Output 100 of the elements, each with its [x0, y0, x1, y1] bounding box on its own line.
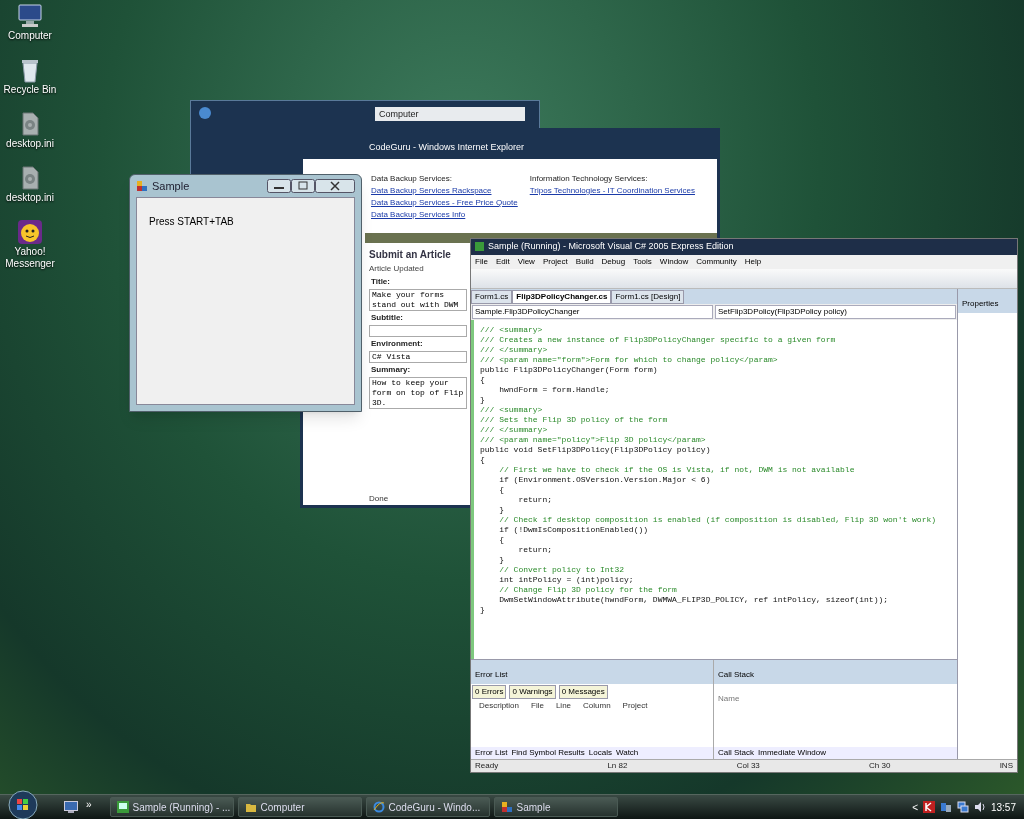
icon-label[interactable]: Yahoo! Messenger — [0, 246, 60, 270]
icon-label[interactable]: desktop.ini — [6, 138, 54, 150]
code-line: /// <summary> — [480, 324, 543, 334]
menu-item[interactable]: Help — [744, 255, 762, 268]
input-field[interactable]: Make your forms stand out with DWM — [369, 289, 467, 311]
link[interactable]: Data Backup Services - Free Price Quote — [371, 197, 518, 209]
app-icon — [500, 801, 513, 813]
overflow-button[interactable]: » — [86, 796, 92, 812]
taskbar-button[interactable]: Sample (Running) - ... — [109, 797, 234, 817]
code-line: /// <summary> — [480, 404, 543, 414]
page-title: Submit an Article — [369, 248, 451, 262]
menu-item[interactable]: Build — [575, 255, 594, 268]
document-tab[interactable]: Form1.cs [Design] — [611, 289, 685, 304]
code-line: { — [480, 374, 485, 384]
code-line: } — [498, 554, 504, 564]
document-tab[interactable]: Flip3DPolicyChanger.cs — [512, 289, 612, 304]
field-label: Environment: — [370, 338, 424, 350]
status-text: Ch 30 — [869, 760, 891, 772]
code-line: hwndForm = form.Handle; — [498, 384, 610, 394]
code-line: // Change Flip 3D policy for the form — [498, 584, 677, 594]
menu-item[interactable]: Project — [542, 255, 568, 268]
menu-item[interactable]: File — [475, 255, 488, 268]
menu-item[interactable]: View — [517, 255, 535, 268]
code-line: return; — [517, 494, 552, 504]
panel-tab[interactable]: Watch — [615, 747, 639, 759]
app-icon — [116, 801, 129, 813]
address-bar[interactable]: Computer — [375, 107, 525, 121]
menu-item[interactable]: Community — [696, 255, 737, 268]
column-header: File — [531, 700, 544, 712]
tray-icon — [939, 801, 952, 813]
panel-title: Error List — [475, 670, 508, 679]
code-line: public void SetFlip3DPolicy(Flip3DPolicy policy) — [480, 444, 711, 454]
panel-tab[interactable]: Immediate Window — [758, 747, 827, 759]
network-icon — [956, 801, 969, 813]
window-title: Sample — [152, 178, 191, 194]
link[interactable]: Tripos Technologies - IT Coordination Services — [529, 185, 695, 197]
code-line: public Flip3DPolicyChanger(Form form) — [480, 364, 658, 374]
taskbar-button[interactable]: Computer — [237, 797, 362, 817]
panel-tab[interactable]: Locals — [588, 747, 612, 759]
app-icon — [372, 801, 385, 813]
code-line: /// </summary> — [480, 424, 548, 434]
antivirus-icon — [922, 801, 935, 813]
status-text: Done — [369, 493, 389, 505]
section-heading: Data Backup Services: — [371, 173, 452, 185]
status-text: Ready — [475, 760, 499, 772]
app-icon — [244, 801, 257, 813]
app-icon — [136, 180, 148, 192]
minimize-icon — [267, 179, 291, 193]
class-dropdown[interactable]: Sample.Flip3DPolicyChanger — [472, 304, 713, 319]
desktop-icon[interactable] — [64, 801, 78, 813]
link[interactable]: Data Backup Services Info — [371, 209, 466, 221]
panel-tab[interactable]: Error List — [475, 747, 508, 759]
code-line: if (!DwmIsCompositionEnabled()) — [498, 524, 649, 534]
filter-button[interactable]: 0 Warnings — [509, 685, 556, 699]
section-heading: Information Technology Services: — [529, 173, 648, 185]
status-text: INS — [999, 760, 1013, 772]
code-line: if (Environment.OSVersion.Version.Major < 6) — [498, 474, 711, 484]
code-line: /// <param name="policy">Flip 3D policy</param> — [480, 434, 706, 444]
code-line: int intPolicy = (int)policy; — [498, 574, 634, 584]
taskbar-button[interactable]: Sample — [493, 797, 618, 817]
member-dropdown[interactable]: SetFlip3DPolicy(Flip3DPolicy policy) — [715, 304, 956, 319]
code-line: // Convert policy to Int32 — [498, 564, 625, 574]
document-tab[interactable]: Form1.cs — [471, 289, 513, 304]
icon-label[interactable]: Recycle Bin — [3, 84, 57, 96]
panel-title: Properties — [962, 298, 999, 308]
back-button[interactable] — [199, 107, 211, 119]
instruction-text: Press START+TAB — [149, 216, 234, 227]
filter-button[interactable]: 0 Errors — [472, 685, 507, 699]
volume-icon — [973, 801, 986, 813]
column-header: Line — [555, 700, 572, 712]
column-header: Description — [479, 700, 519, 712]
panel-tab[interactable]: Call Stack — [718, 747, 754, 759]
input-field[interactable]: How to keep your form on top of Flip 3D. — [369, 377, 467, 409]
input-field[interactable]: C# Vista — [369, 351, 467, 363]
taskbar-button[interactable]: CodeGuru - Windo... — [365, 797, 490, 817]
input-field[interactable] — [369, 325, 467, 337]
icon-label[interactable]: Computer — [8, 30, 52, 42]
filter-button[interactable]: 0 Messages — [558, 685, 608, 699]
menu-item[interactable]: Tools — [633, 255, 652, 268]
code-line: } — [498, 504, 504, 514]
code-line: { — [498, 484, 504, 494]
clock[interactable]: 13:57 — [990, 799, 1016, 815]
panel-tab[interactable]: Find Symbol Results — [511, 747, 585, 759]
code-line: /// </summary> — [480, 344, 548, 354]
menu-item[interactable]: Edit — [495, 255, 510, 268]
code-line: // Check if desktop composition is enabled (if composition is disabled, Flip 3D won't work) — [498, 514, 937, 524]
status-text: Ln 82 — [607, 760, 628, 772]
window-title: Sample (Running) - Microsoft Visual C# 2005 Express Edition — [488, 240, 734, 253]
panel-title: Call Stack — [718, 670, 754, 679]
field-label: Summary: — [370, 364, 412, 376]
smiley-icon — [16, 218, 44, 246]
code-line: } — [480, 394, 485, 404]
code-line: /// Creates a new instance of Flip3DPolicyChanger specific to a given form — [480, 334, 836, 344]
menu-item[interactable]: Window — [659, 255, 689, 268]
icon-label[interactable]: desktop.ini — [6, 192, 54, 204]
menu-item[interactable]: Debug — [601, 255, 626, 268]
computer-icon — [16, 2, 44, 30]
link[interactable]: Data Backup Services Rackspace — [371, 185, 492, 197]
tray-expand-button[interactable]: < — [912, 799, 918, 815]
start-button[interactable] — [8, 790, 38, 819]
